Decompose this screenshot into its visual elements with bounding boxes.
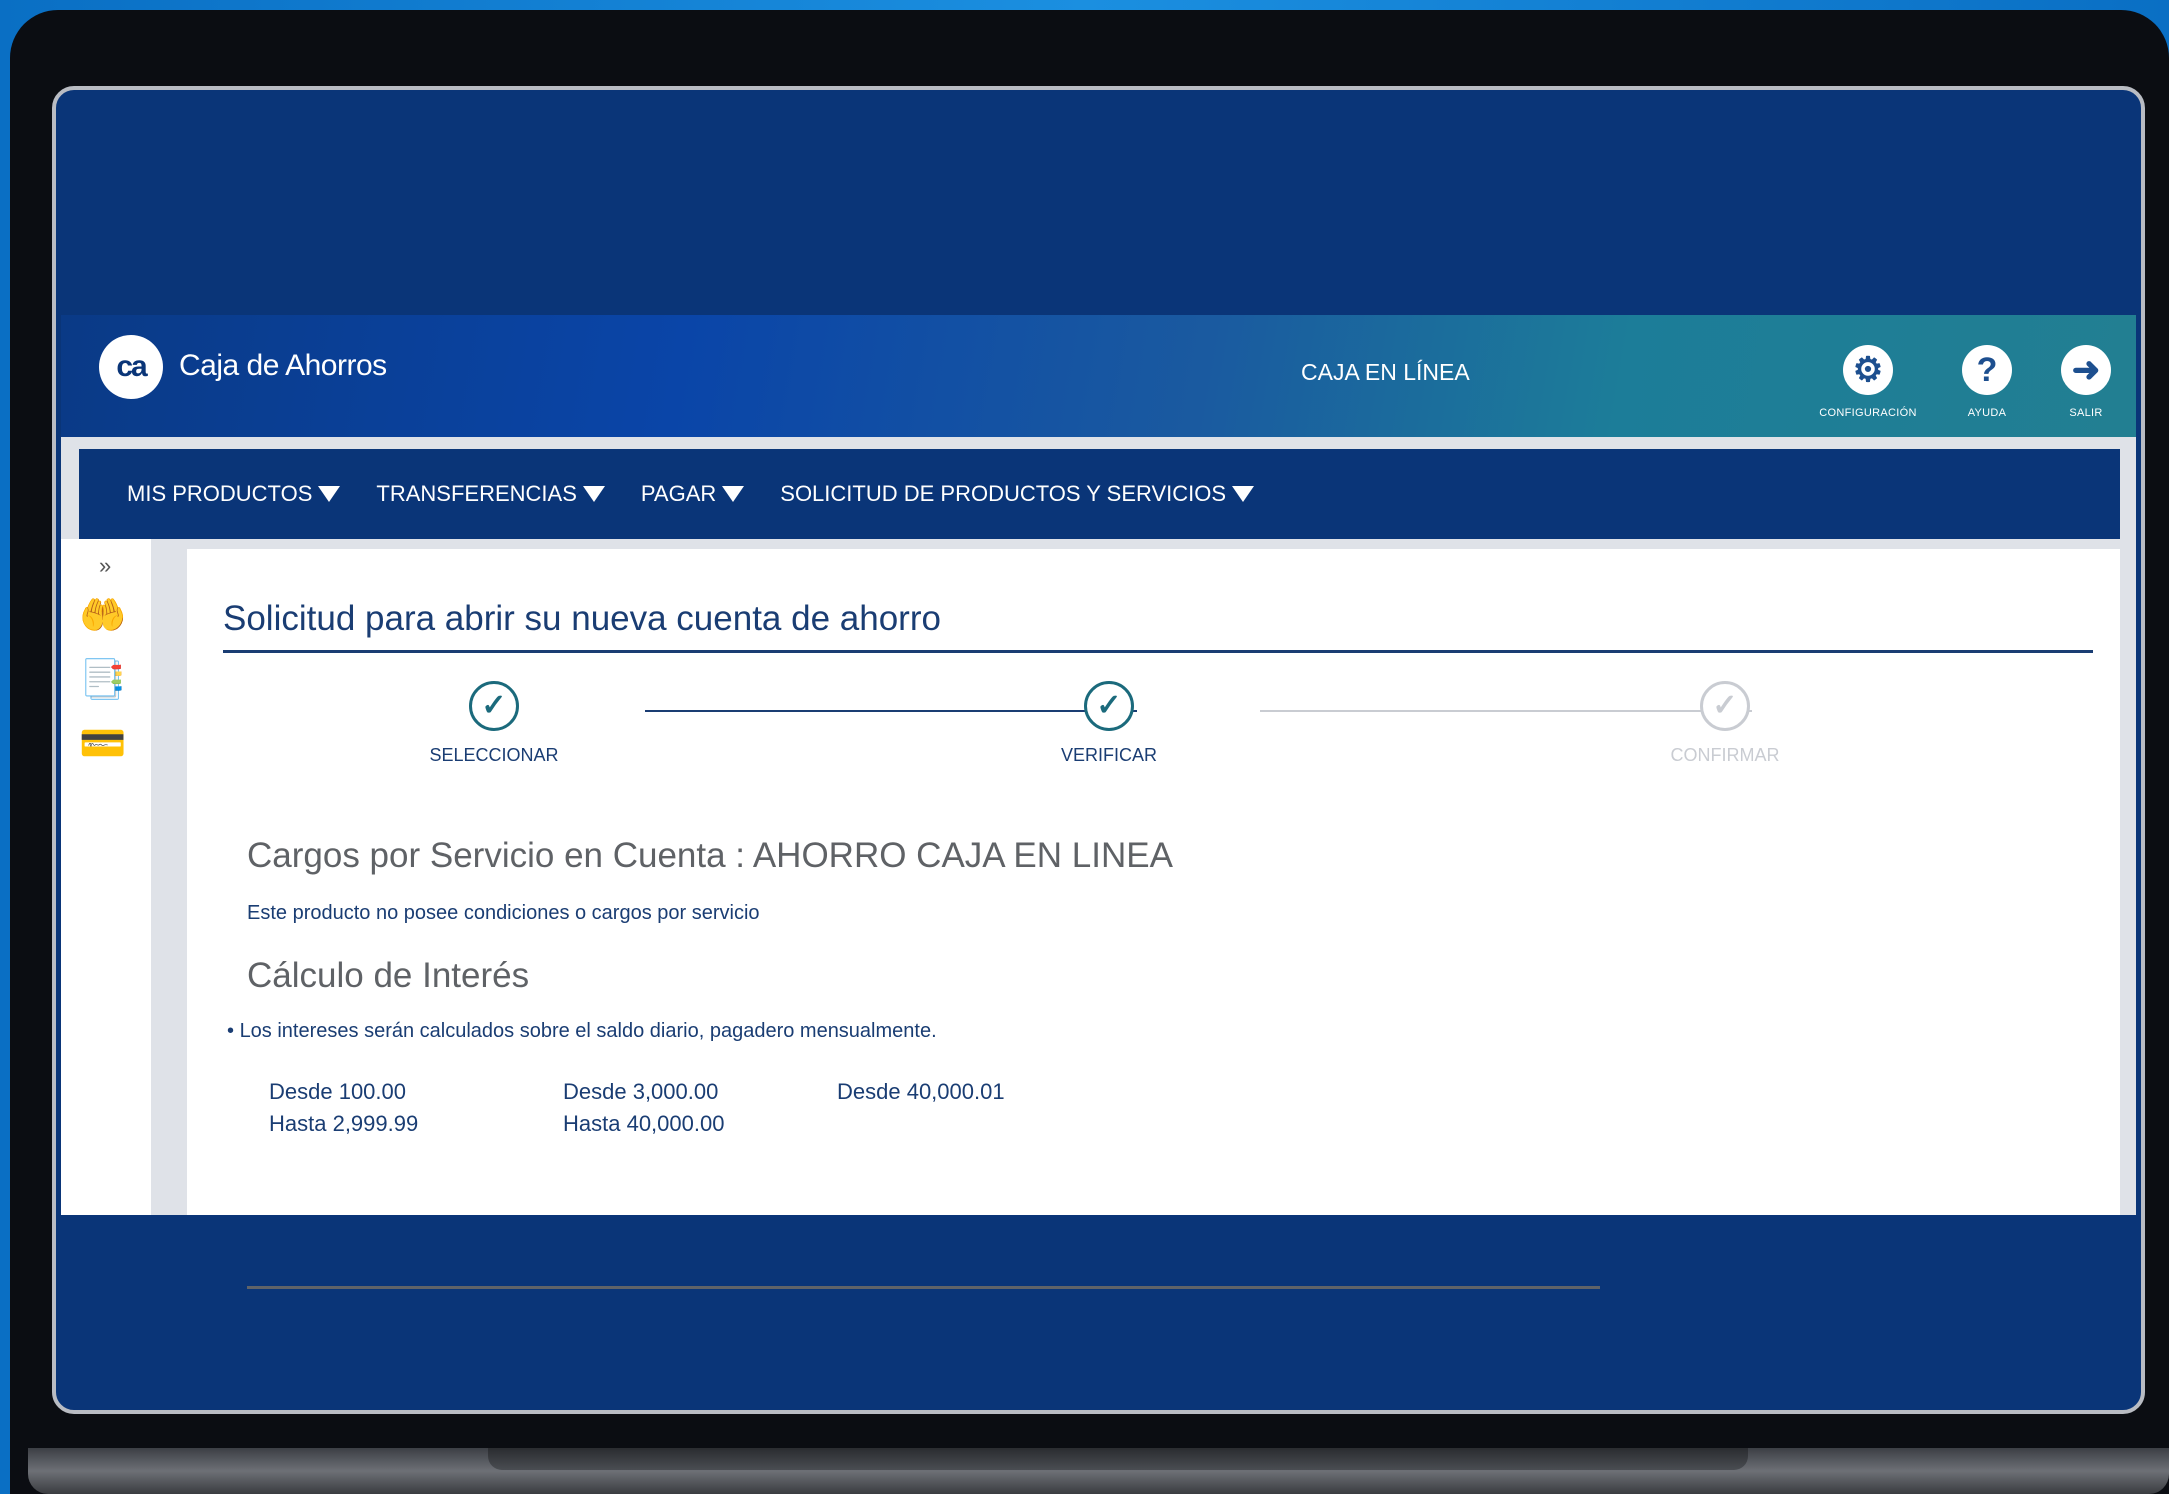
rate-tier-2: Desde 3,000.00 Hasta 40,000.00 xyxy=(563,1076,724,1140)
nav-transferencias[interactable]: TRANSFERENCIAS xyxy=(376,481,605,507)
interest-title: Cálculo de Interés xyxy=(247,956,530,995)
caret-down-icon xyxy=(318,486,341,502)
bullet-icon: • xyxy=(227,1020,240,1042)
step-seleccionar: ✓ SELECCIONAR xyxy=(394,681,594,766)
checkmark-icon: ✓ xyxy=(1700,681,1750,731)
charges-title: Cargos por Servicio en Cuenta : AHORRO C… xyxy=(247,836,1173,875)
settings-button[interactable]: ⚙ CONFIGURACIÓN xyxy=(1808,345,1928,419)
hand-documents-icon[interactable]: 📑 xyxy=(79,657,127,703)
step-confirmar: ✓ CONFIRMAR xyxy=(1625,681,1825,766)
rate-tier-1: Desde 100.00 Hasta 2,999.99 xyxy=(269,1076,418,1140)
rate-from: Desde 100.00 xyxy=(269,1079,406,1104)
laptop-notch xyxy=(488,1448,1748,1470)
logout-button[interactable]: ➜ SALIR xyxy=(2026,345,2141,419)
step-label: SELECCIONAR xyxy=(429,745,559,765)
main-nav: MIS PRODUCTOS TRANSFERENCIAS PAGAR SOLIC… xyxy=(79,449,2120,539)
app-title: CAJA EN LÍNEA xyxy=(1301,359,1470,385)
charges-text: Este producto no posee condiciones o car… xyxy=(247,902,760,924)
hand-card-icon[interactable]: 💳 xyxy=(79,721,127,767)
settings-label: CONFIGURACIÓN xyxy=(1819,407,1917,419)
title-divider xyxy=(223,650,2093,653)
top-header: ca Caja de Ahorros CAJA EN LÍNEA ⚙ CONFI… xyxy=(61,315,2136,437)
hand-money-icon[interactable]: 🤲 xyxy=(79,593,127,639)
nav-solicitud[interactable]: SOLICITUD DE PRODUCTOS Y SERVICIOS xyxy=(780,481,1255,507)
page-title: Solicitud para abrir su nueva cuenta de … xyxy=(223,599,941,638)
laptop-screen: ca Caja de Ahorros CAJA EN LÍNEA ⚙ CONFI… xyxy=(52,86,2145,1414)
nav-label: SOLICITUD DE PRODUCTOS Y SERVICIOS xyxy=(780,481,1227,506)
checkmark-icon: ✓ xyxy=(469,681,519,731)
caret-down-icon xyxy=(582,486,605,502)
help-icon: ? xyxy=(1962,345,2012,395)
table-divider xyxy=(247,1286,1600,1289)
logout-label: SALIR xyxy=(2069,407,2103,419)
rate-from: Desde 40,000.01 xyxy=(837,1079,1005,1104)
rate-to: Hasta 2,999.99 xyxy=(269,1111,419,1136)
interest-note-text: Los intereses serán calculados sobre el … xyxy=(239,1020,937,1042)
logo-text[interactable]: Caja de Ahorros xyxy=(179,349,387,383)
nav-label: PAGAR xyxy=(640,481,717,506)
nav-pagar[interactable]: PAGAR xyxy=(640,481,745,507)
step-verificar: ✓ VERIFICAR xyxy=(1009,681,1209,766)
expand-sidebar-icon[interactable]: » xyxy=(99,553,111,579)
nav-label: MIS PRODUCTOS xyxy=(127,481,313,506)
main-content: Solicitud para abrir su nueva cuenta de … xyxy=(187,549,2120,1215)
banking-app: ca Caja de Ahorros CAJA EN LÍNEA ⚙ CONFI… xyxy=(61,315,2136,1289)
sidebar: » 🤲 📑 💳 xyxy=(61,539,151,1215)
step-label: CONFIRMAR xyxy=(1670,745,1780,765)
laptop-base xyxy=(28,1448,2169,1494)
caret-down-icon xyxy=(722,486,745,502)
caret-down-icon xyxy=(1232,486,1255,502)
logout-arrow-icon: ➜ xyxy=(2061,345,2111,395)
checkmark-icon: ✓ xyxy=(1084,681,1134,731)
step-label: VERIFICAR xyxy=(1060,745,1157,765)
nav-mis-productos[interactable]: MIS PRODUCTOS xyxy=(127,481,341,507)
rate-from: Desde 3,000.00 xyxy=(563,1079,719,1104)
logo-mark[interactable]: ca xyxy=(99,335,163,399)
nav-label: TRANSFERENCIAS xyxy=(376,481,577,506)
rate-tier-3: Desde 40,000.01 xyxy=(837,1076,1005,1108)
interest-note: • Los intereses serán calculados sobre e… xyxy=(227,1020,937,1043)
gear-icon: ⚙ xyxy=(1843,345,1893,395)
rate-to: Hasta 40,000.00 xyxy=(563,1111,725,1136)
